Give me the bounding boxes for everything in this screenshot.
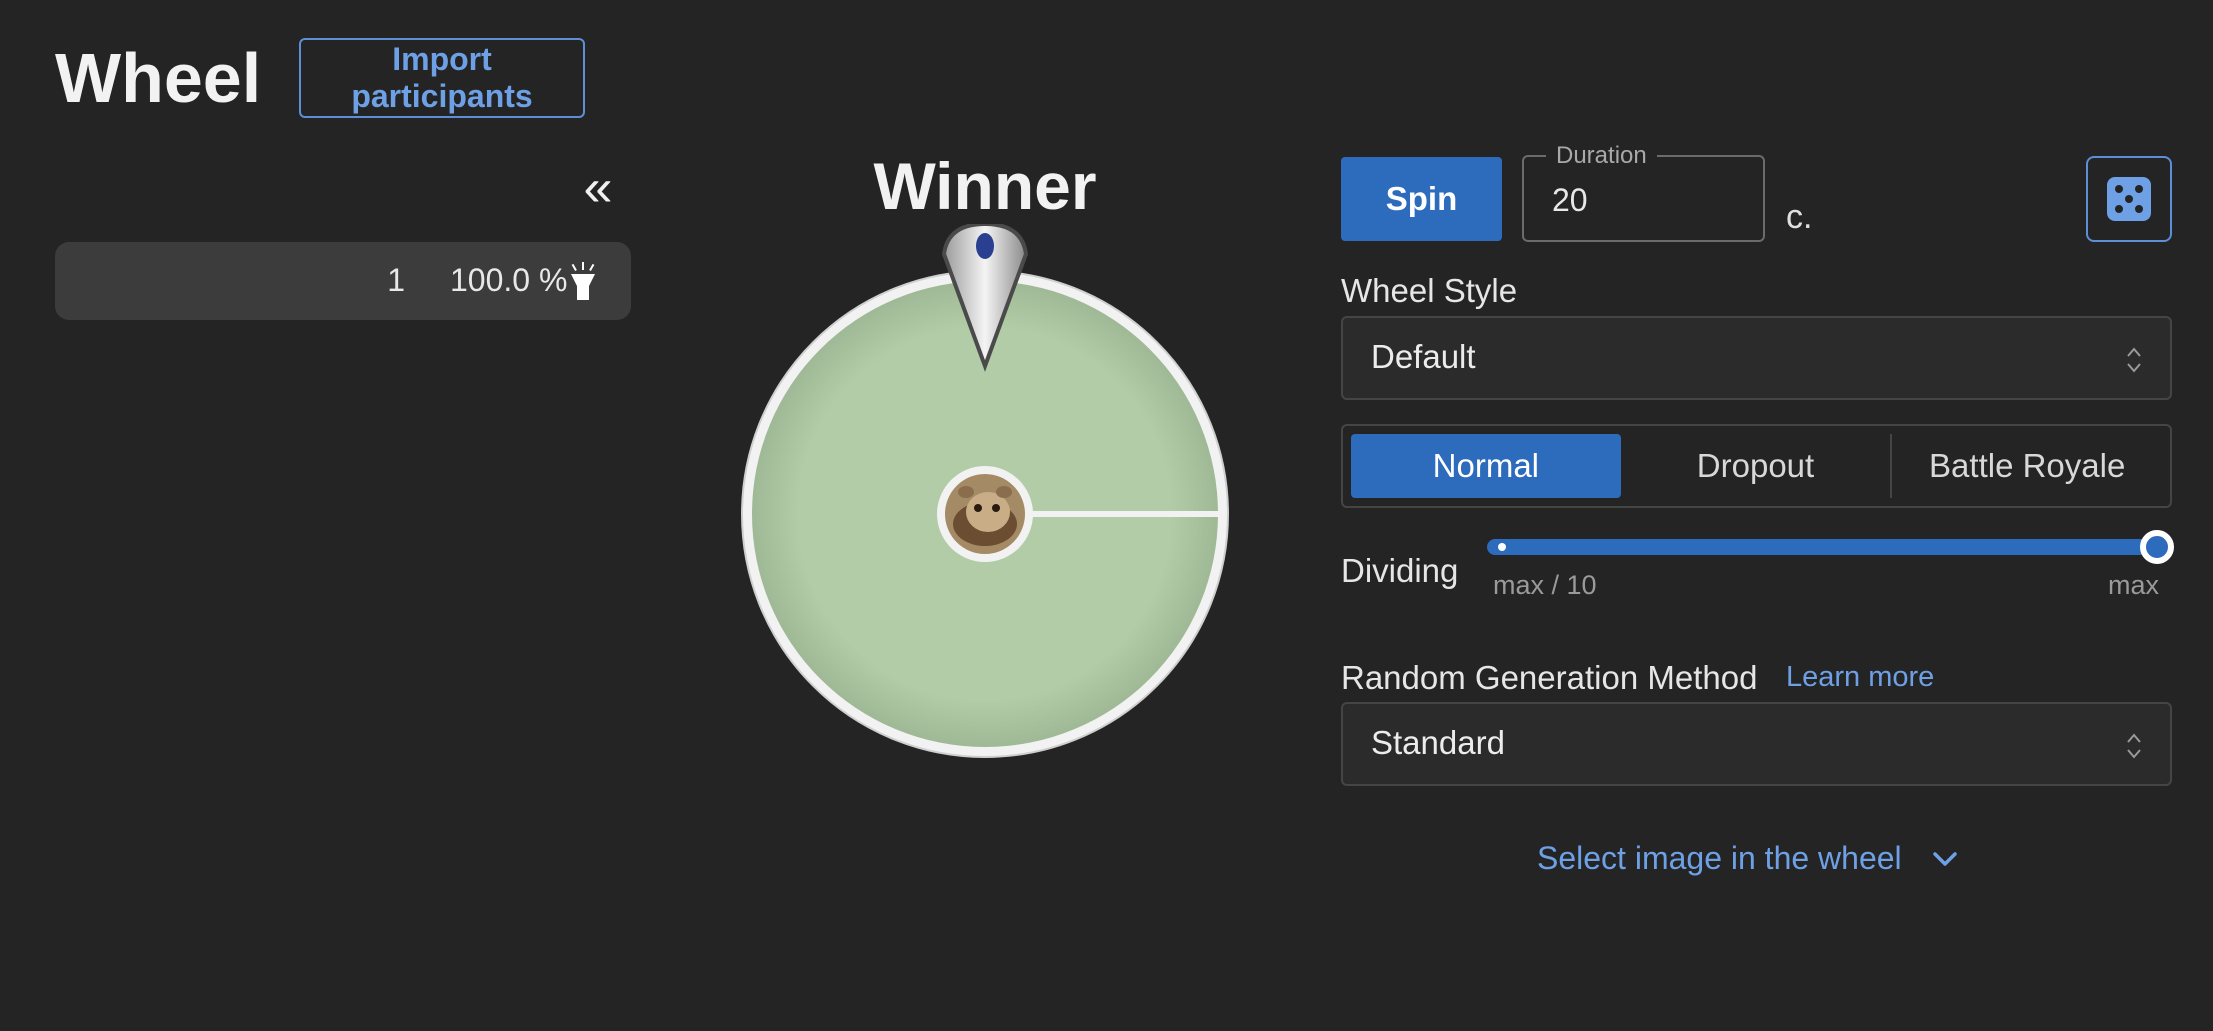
wheel-style-label: Wheel Style: [1341, 272, 1518, 309]
wheel-style-value: Default: [1371, 338, 1476, 375]
hamster-avatar-icon: [945, 474, 1025, 554]
flashlight-icon[interactable]: [555, 254, 611, 310]
dividing-label: Dividing: [1341, 552, 1459, 589]
wheel[interactable]: [738, 224, 1230, 764]
updown-chevron-icon: [2127, 347, 2141, 373]
select-image-toggle[interactable]: Select image in the wheel: [1537, 840, 1960, 877]
learn-more-link[interactable]: Learn more: [1786, 661, 1934, 694]
random-generation-method-label: Random Generation Method: [1341, 659, 1758, 696]
duration-input[interactable]: [1550, 176, 1744, 224]
winner-title: Winner: [873, 149, 1097, 223]
spin-button[interactable]: Spin: [1341, 157, 1502, 241]
participant-percent: 100.0 %: [450, 262, 568, 298]
import-participants-button[interactable]: Import participants: [299, 38, 585, 118]
dividing-slider-track[interactable]: [1487, 539, 2157, 555]
mode-toggle-group: Normal Dropout Battle Royale: [1341, 424, 2172, 508]
dividing-max-label: max: [2108, 570, 2160, 600]
mode-normal-button[interactable]: Normal: [1351, 434, 1621, 498]
random-generation-method-value: Standard: [1371, 724, 1505, 761]
dividing-min-label: max / 10: [1493, 570, 1597, 600]
duration-label: Duration: [1546, 142, 1657, 170]
slider-start-dot: [1498, 543, 1506, 551]
wheel-style-select[interactable]: Default: [1341, 316, 2172, 400]
mode-dropout-button[interactable]: Dropout: [1621, 434, 1891, 498]
mode-battle-royale-button[interactable]: Battle Royale: [1892, 434, 2162, 498]
select-image-label: Select image in the wheel: [1537, 840, 1902, 876]
participant-row: 1 100.0 %: [55, 242, 631, 320]
collapse-panel-button[interactable]: «: [574, 160, 622, 216]
updown-chevron-icon: [2127, 733, 2141, 759]
duration-unit: c.: [1786, 198, 1813, 236]
random-button[interactable]: [2086, 156, 2172, 242]
random-generation-method-select[interactable]: Standard: [1341, 702, 2172, 786]
chevron-down-icon: [1932, 851, 1957, 866]
page-title: Wheel: [55, 39, 262, 117]
dice-icon: [2107, 177, 2151, 221]
dividing-slider-thumb[interactable]: [2140, 530, 2174, 564]
participant-count: 1: [387, 262, 405, 298]
